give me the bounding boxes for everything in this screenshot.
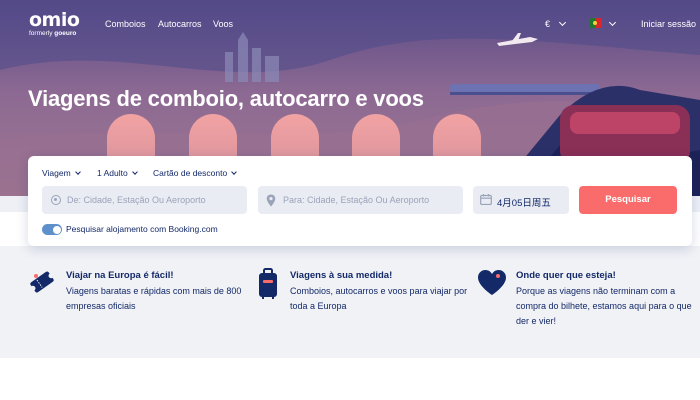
nav-link-flights[interactable]: Voos	[213, 19, 233, 29]
top-navigation: omio formerly goeuro Comboios Autocarros…	[0, 0, 700, 50]
destination-input[interactable]: Para: Cidade, Estação Ou Aeroporto	[258, 186, 463, 214]
calendar-icon	[480, 194, 492, 205]
origin-placeholder: De: Cidade, Estação Ou Aeroporto	[67, 195, 206, 205]
currency-label: €	[545, 19, 551, 29]
trip-type-label: Viagem	[42, 168, 71, 178]
discount-card-label: Cartão de desconto	[153, 168, 228, 178]
passengers-dropdown[interactable]: 1 Adulto	[97, 168, 138, 178]
accommodation-toggle-label: Pesquisar alojamento com Booking.com	[66, 224, 218, 234]
heart-icon	[478, 270, 506, 295]
feature-description: Comboios, autocarros e voos para viajar …	[290, 286, 468, 311]
omio-logo[interactable]: omio formerly goeuro	[29, 9, 80, 38]
language-chevron[interactable]	[608, 18, 617, 29]
search-panel: Viagem 1 Adulto Cartão de desconto De: C…	[28, 156, 692, 246]
login-link[interactable]: Iniciar sessão	[641, 19, 696, 29]
feature-title: Onde quer que esteja!	[516, 270, 616, 281]
destination-placeholder: Para: Cidade, Estação Ou Aeroporto	[283, 195, 430, 205]
nav-link-trains[interactable]: Comboios	[105, 19, 146, 29]
chevron-down-icon	[558, 18, 566, 27]
feature-title: Viajar na Europa é fácil!	[66, 270, 174, 281]
origin-input[interactable]: De: Cidade, Estação Ou Aeroporto	[42, 186, 247, 214]
features-section: Viajar na Europa é fácil! Viagens barata…	[0, 246, 700, 358]
logo-wordmark: omio	[29, 9, 80, 31]
currency-selector[interactable]: €	[545, 18, 566, 29]
luggage-icon	[259, 268, 277, 299]
feature-description: Porque as viagens não terminam com a com…	[516, 286, 692, 326]
chevron-down-icon	[608, 18, 617, 27]
location-pin-icon	[266, 194, 276, 207]
logo-tagline: formerly goeuro	[29, 30, 77, 37]
chevron-down-icon	[231, 169, 238, 175]
passengers-label: 1 Adulto	[97, 168, 128, 178]
accommodation-toggle[interactable]	[42, 224, 62, 235]
date-picker[interactable]: 4月05日周五	[473, 186, 569, 214]
chevron-down-icon	[74, 169, 81, 175]
nav-link-buses[interactable]: Autocarros	[158, 19, 202, 29]
feature-description: Viagens baratas e rápidas com mais de 80…	[66, 286, 242, 311]
feature-title: Viagens à sua medida!	[290, 270, 393, 281]
chevron-down-icon	[131, 169, 138, 175]
page-headline: Viagens de comboio, autocarro e voos	[28, 86, 424, 111]
date-value: 4月05日周五	[497, 198, 551, 209]
trip-type-dropdown[interactable]: Viagem	[42, 168, 81, 178]
ticket-icon	[30, 271, 54, 293]
origin-circle-icon	[51, 195, 61, 205]
discount-card-dropdown[interactable]: Cartão de desconto	[153, 168, 238, 178]
search-button[interactable]: Pesquisar	[579, 186, 677, 214]
portugal-flag-icon[interactable]	[590, 18, 602, 28]
